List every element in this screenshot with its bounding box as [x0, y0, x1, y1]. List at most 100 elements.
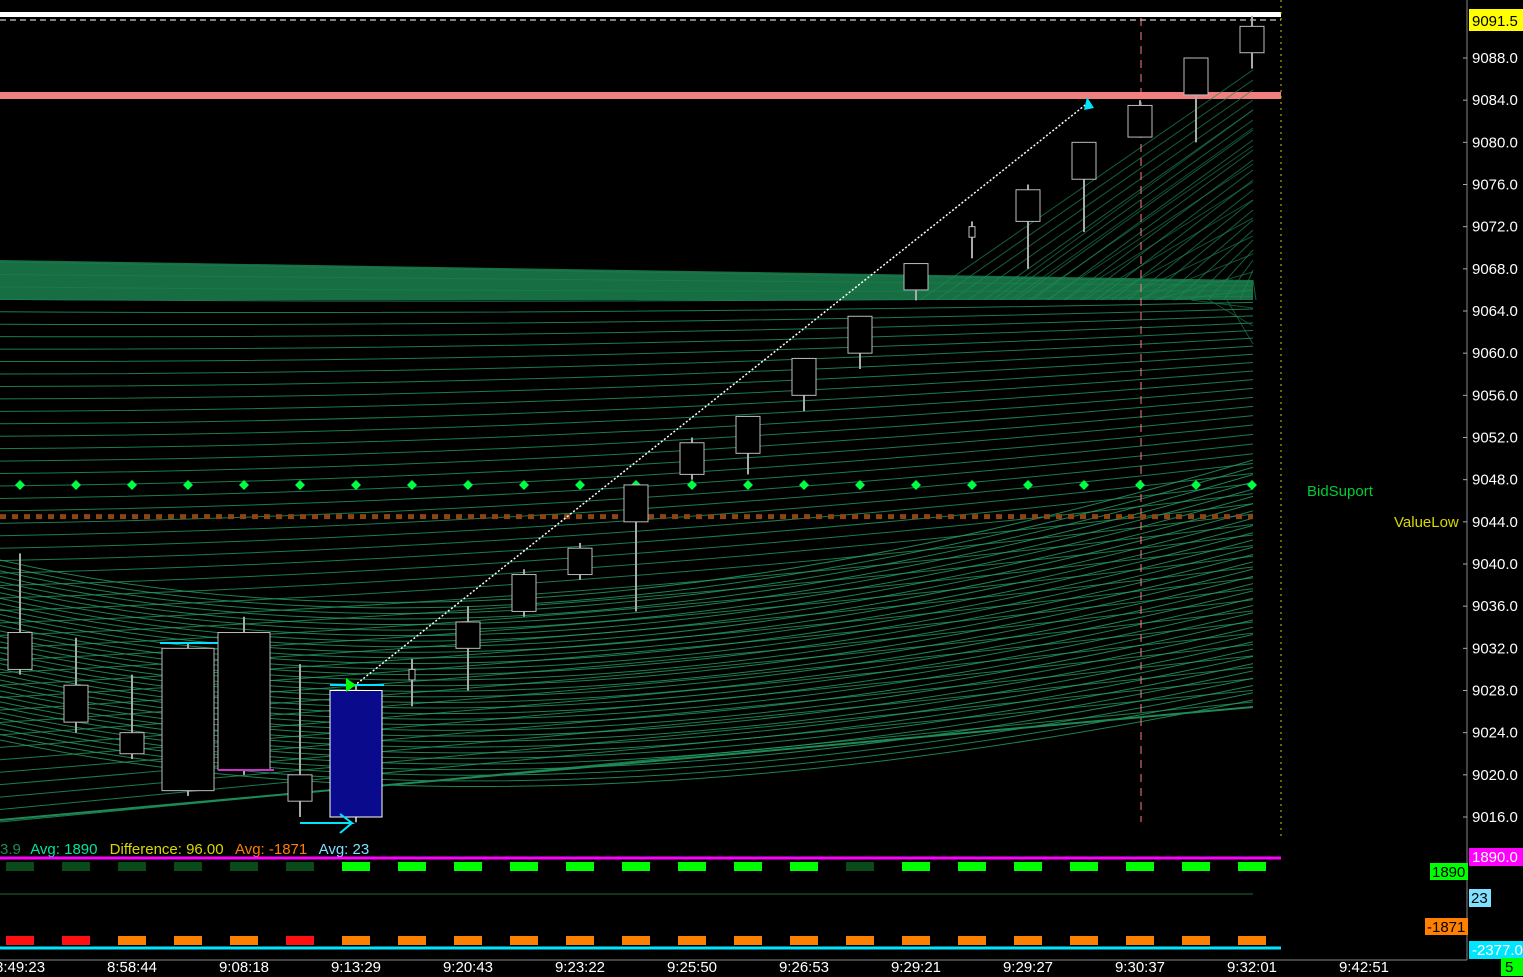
upper-bar — [454, 862, 482, 871]
candle-body — [217, 632, 271, 771]
upper-bar — [1182, 862, 1210, 871]
y-tick-label: 9016.0 — [1472, 809, 1518, 826]
bid-support-diamond — [1247, 479, 1257, 490]
lower-bar — [1238, 936, 1266, 945]
upper-bar — [1238, 862, 1266, 871]
candle-body — [1127, 104, 1153, 138]
x-tick-label: 9:30:37 — [1115, 959, 1165, 976]
bid-support-diamond — [687, 479, 697, 490]
lower-bar — [230, 936, 258, 945]
bid-support-diamond — [295, 479, 305, 490]
bid-support-diamond — [71, 479, 81, 490]
candle-body — [567, 547, 593, 576]
upper-bar — [342, 862, 370, 871]
readout-avg2: Avg: -1871 — [235, 841, 307, 858]
x-tick-label: 9:13:29 — [331, 959, 381, 976]
bid-support-diamond — [743, 479, 753, 490]
x-tick-label: 9:08:18 — [219, 959, 269, 976]
candle-body — [161, 647, 215, 792]
y-tick-label: 9052.0 — [1472, 430, 1518, 447]
candle-body — [968, 226, 976, 238]
y-tick-label: 9056.0 — [1472, 387, 1518, 404]
candle-body — [287, 774, 313, 802]
resistance-line — [0, 92, 1281, 99]
green-axis-label: 1890 — [1432, 864, 1465, 881]
upper-bar — [1126, 862, 1154, 871]
price-axis[interactable]: 9088.0 9084.0 9080.0 9076.0 9072.0 9068.0 9064… — [1463, 0, 1518, 960]
x-tick-label: 9:26:53 — [779, 959, 829, 976]
readout-difference: Difference: 96.00 — [110, 841, 224, 858]
upper-bar — [790, 862, 818, 871]
time-axis[interactable]: 8:49:23 8:58:44 9:08:18 9:13:29 9:20:43 9:23:… — [0, 959, 1467, 976]
candle-body — [903, 263, 929, 291]
price-chart[interactable]: BidSuport ValueLow 9088.0 9084.0 9080.0 907… — [0, 0, 1523, 977]
lower-bar — [342, 936, 370, 945]
x-tick-label: 9:23:22 — [555, 959, 605, 976]
bid-support-diamond — [1191, 479, 1201, 490]
lower-bar — [622, 936, 650, 945]
y-tick-label: 9024.0 — [1472, 725, 1518, 742]
candle-body — [847, 315, 873, 354]
upper-bar — [398, 862, 426, 871]
lower-bar — [118, 936, 146, 945]
x-tick-label: 9:32:01 — [1227, 959, 1277, 976]
lower-bar — [734, 936, 762, 945]
upper-bar — [846, 862, 874, 871]
bid-support-diamond — [967, 479, 977, 490]
y-tick-label: 9064.0 — [1472, 303, 1518, 320]
current-price-label: 9091.5 — [1472, 13, 1518, 30]
lower-bar — [902, 936, 930, 945]
svg-text:3.9 Avg: 1890 Diff: 3.9 Avg: 1890 Difference: 96.00 Avg: -18… — [0, 841, 369, 858]
lower-bar — [6, 936, 34, 945]
upper-bar — [230, 862, 258, 871]
upper-bar — [1014, 862, 1042, 871]
candle-body — [1183, 57, 1209, 96]
upper-bar — [510, 862, 538, 871]
top-solid-line — [0, 12, 1281, 17]
lower-bar — [454, 936, 482, 945]
bid-support-label: BidSuport — [1307, 483, 1374, 500]
readout-avg1: Avg: 1890 — [30, 841, 97, 858]
readout-prefix: 3.9 — [0, 841, 21, 858]
y-tick-label: 9080.0 — [1472, 134, 1518, 151]
bid-support-diamond — [799, 479, 809, 490]
x-tick-label: 9:29:21 — [891, 959, 941, 976]
lower-bar — [1070, 936, 1098, 945]
x-tick-label: 8:49:23 — [0, 959, 45, 976]
x-tick-label: 8:58:44 — [107, 959, 157, 976]
lower-bar — [790, 936, 818, 945]
upper-bar — [958, 862, 986, 871]
candle-body — [623, 484, 649, 523]
x-tick-label: 9:29:27 — [1003, 959, 1053, 976]
readout-avg3: Avg: 23 — [319, 841, 370, 858]
lower-bar — [678, 936, 706, 945]
lower-indicator-bars — [6, 936, 1266, 945]
x-tick-label: 9:20:43 — [443, 959, 493, 976]
bid-support-diamond — [15, 479, 25, 490]
bottom-axis-label: -2377.0 — [1472, 942, 1523, 959]
bid-support-diamond — [127, 479, 137, 490]
upper-bar — [734, 862, 762, 871]
y-tick-label: 9072.0 — [1472, 219, 1518, 236]
y-tick-label: 9048.0 — [1472, 472, 1518, 489]
y-tick-label: 9028.0 — [1472, 683, 1518, 700]
bid-support-diamond — [1135, 479, 1145, 490]
bid-support-diamond — [911, 479, 921, 490]
y-tick-label: 9040.0 — [1472, 556, 1518, 573]
cyan-axis-label: 23 — [1471, 890, 1488, 907]
y-tick-label: 9032.0 — [1472, 640, 1518, 657]
candle-body — [408, 668, 416, 681]
candle-body — [1015, 189, 1041, 222]
candle-body — [119, 732, 145, 755]
upper-bar — [678, 862, 706, 871]
upper-bar — [1070, 862, 1098, 871]
candle-body — [1071, 141, 1097, 180]
bid-support-diamond — [407, 479, 417, 490]
candle-body — [735, 415, 761, 454]
upper-bar — [566, 862, 594, 871]
y-tick-label: 9088.0 — [1472, 50, 1518, 67]
bottom-green-label: 5 — [1505, 959, 1513, 976]
candles — [7, 15, 1265, 823]
trend-line[interactable] — [353, 101, 1090, 687]
candle-body — [511, 574, 537, 612]
